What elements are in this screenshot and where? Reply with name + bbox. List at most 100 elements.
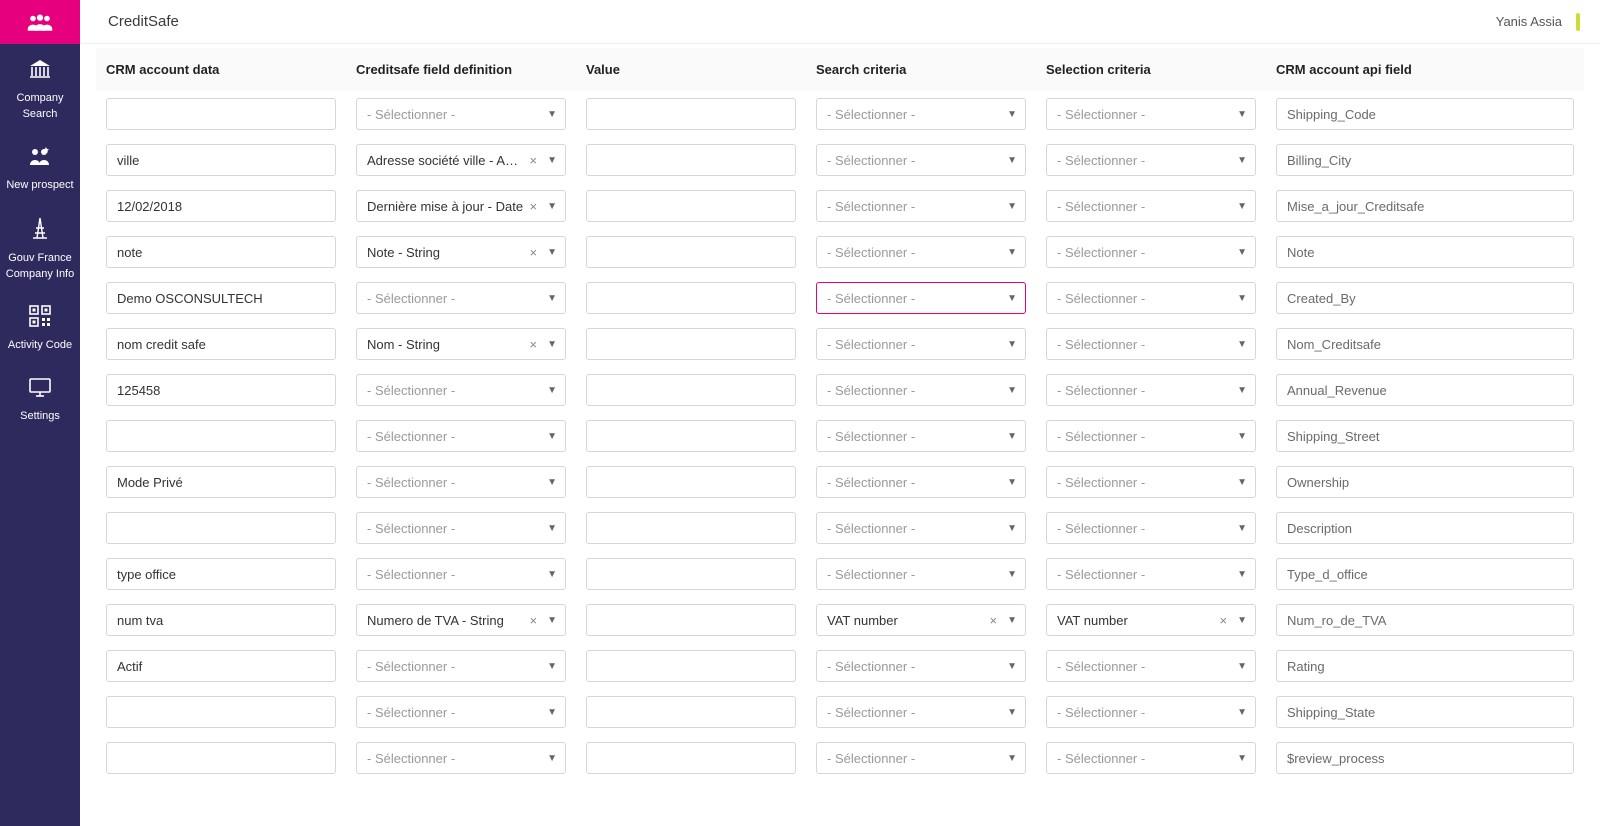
selection-criteria-select[interactable]: VAT number×▼ [1046, 604, 1256, 636]
value-input[interactable] [586, 742, 796, 774]
combo-label: - Sélectionner - [827, 337, 1003, 352]
crm-account-data-input[interactable] [106, 328, 336, 360]
creditsafe-field-definition-select[interactable]: - Sélectionner -▼ [356, 742, 566, 774]
search-criteria-select[interactable]: - Sélectionner -▼ [816, 650, 1026, 682]
crm-account-data-input[interactable] [106, 144, 336, 176]
value-input[interactable] [586, 696, 796, 728]
chevron-down-icon: ▼ [1237, 477, 1247, 488]
search-criteria-select[interactable]: - Sélectionner -▼ [816, 374, 1026, 406]
value-input[interactable] [586, 604, 796, 636]
crm-account-data-input[interactable] [106, 512, 336, 544]
creditsafe-field-definition-select[interactable]: - Sélectionner -▼ [356, 282, 566, 314]
chevron-down-icon: ▼ [1007, 753, 1017, 764]
selection-criteria-select[interactable]: - Sélectionner -▼ [1046, 144, 1256, 176]
selection-criteria-select[interactable]: - Sélectionner -▼ [1046, 696, 1256, 728]
search-criteria-select[interactable]: - Sélectionner -▼ [816, 558, 1026, 590]
value-input[interactable] [586, 650, 796, 682]
crm-account-data-input[interactable] [106, 696, 336, 728]
search-criteria-select[interactable]: - Sélectionner -▼ [816, 466, 1026, 498]
clear-icon[interactable]: × [524, 338, 544, 351]
user-name[interactable]: Yanis Assia [1496, 14, 1562, 29]
value-input[interactable] [586, 374, 796, 406]
creditsafe-field-definition-select[interactable]: - Sélectionner -▼ [356, 98, 566, 130]
clear-icon[interactable]: × [524, 200, 544, 213]
people-icon [26, 12, 54, 32]
selection-criteria-select[interactable]: - Sélectionner -▼ [1046, 98, 1256, 130]
selection-criteria-select[interactable]: - Sélectionner -▼ [1046, 650, 1256, 682]
creditsafe-field-definition-select[interactable]: Dernière mise à jour - Date×▼ [356, 190, 566, 222]
creditsafe-field-definition-select[interactable]: - Sélectionner -▼ [356, 558, 566, 590]
clear-icon[interactable]: × [524, 246, 544, 259]
value-input[interactable] [586, 512, 796, 544]
crm-account-data-input[interactable] [106, 604, 336, 636]
creditsafe-field-definition-select[interactable]: - Sélectionner -▼ [356, 512, 566, 544]
value-input[interactable] [586, 190, 796, 222]
chevron-down-icon: ▼ [547, 523, 557, 534]
creditsafe-field-definition-select[interactable]: - Sélectionner -▼ [356, 374, 566, 406]
crm-account-data-input[interactable] [106, 190, 336, 222]
search-criteria-select[interactable]: - Sélectionner -▼ [816, 696, 1026, 728]
selection-criteria-select[interactable]: - Sélectionner -▼ [1046, 742, 1256, 774]
clear-icon[interactable]: × [1214, 614, 1234, 627]
sidebar-item-settings[interactable]: Settings [0, 362, 80, 433]
crm-account-data-input[interactable] [106, 282, 336, 314]
creditsafe-field-definition-select[interactable]: - Sélectionner -▼ [356, 650, 566, 682]
creditsafe-field-definition-select[interactable]: - Sélectionner -▼ [356, 696, 566, 728]
crm-account-data-input[interactable] [106, 420, 336, 452]
creditsafe-field-definition-select[interactable]: Nom - String×▼ [356, 328, 566, 360]
chevron-down-icon: ▼ [1007, 569, 1017, 580]
search-criteria-select[interactable]: - Sélectionner -▼ [816, 742, 1026, 774]
selection-criteria-select[interactable]: - Sélectionner -▼ [1046, 282, 1256, 314]
value-input[interactable] [586, 558, 796, 590]
search-criteria-select[interactable]: VAT number×▼ [816, 604, 1026, 636]
search-criteria-select[interactable]: - Sélectionner -▼ [816, 144, 1026, 176]
creditsafe-field-definition-select[interactable]: - Sélectionner -▼ [356, 466, 566, 498]
search-criteria-select[interactable]: - Sélectionner -▼ [816, 98, 1026, 130]
chevron-down-icon: ▼ [547, 385, 557, 396]
chevron-down-icon: ▼ [1237, 155, 1247, 166]
search-criteria-select[interactable]: - Sélectionner -▼ [816, 328, 1026, 360]
value-input[interactable] [586, 144, 796, 176]
crm-account-data-input[interactable] [106, 98, 336, 130]
search-criteria-select[interactable]: - Sélectionner -▼ [816, 236, 1026, 268]
table-row: Note - String×▼ - Sélectionner -▼ - Sélect… [96, 229, 1584, 275]
creditsafe-field-definition-select[interactable]: Numero de TVA - String×▼ [356, 604, 566, 636]
crm-account-data-input[interactable] [106, 374, 336, 406]
crm-account-data-input[interactable] [106, 650, 336, 682]
selection-criteria-select[interactable]: - Sélectionner -▼ [1046, 328, 1256, 360]
selection-criteria-select[interactable]: - Sélectionner -▼ [1046, 420, 1256, 452]
selection-criteria-select[interactable]: - Sélectionner -▼ [1046, 512, 1256, 544]
sidebar-item-new-prospect[interactable]: New prospect [0, 131, 80, 202]
value-input[interactable] [586, 282, 796, 314]
clear-icon[interactable]: × [524, 154, 544, 167]
sidebar-item-gouv-france[interactable]: Gouv France Company Info [0, 202, 80, 291]
crm-account-data-input[interactable] [106, 466, 336, 498]
value-input[interactable] [586, 466, 796, 498]
clear-icon[interactable]: × [984, 614, 1004, 627]
value-input[interactable] [586, 328, 796, 360]
search-criteria-select[interactable]: - Sélectionner -▼ [816, 420, 1026, 452]
creditsafe-field-definition-select[interactable]: - Sélectionner -▼ [356, 420, 566, 452]
search-criteria-select[interactable]: - Sélectionner -▼ [816, 512, 1026, 544]
value-input[interactable] [586, 420, 796, 452]
selection-criteria-select[interactable]: - Sélectionner -▼ [1046, 374, 1256, 406]
value-input[interactable] [586, 236, 796, 268]
crm-account-data-input[interactable] [106, 742, 336, 774]
search-criteria-select[interactable]: - Sélectionner -▼ [816, 190, 1026, 222]
sidebar-item-company-search[interactable]: Company Search [0, 44, 80, 131]
clear-icon[interactable]: × [524, 614, 544, 627]
crm-account-data-input[interactable] [106, 558, 336, 590]
crm-account-data-input[interactable] [106, 236, 336, 268]
value-input[interactable] [586, 98, 796, 130]
search-criteria-select[interactable]: - Sélectionner -▼ [816, 282, 1026, 314]
main: CreditSafe Yanis Assia CRM account data … [80, 0, 1600, 826]
selection-criteria-select[interactable]: - Sélectionner -▼ [1046, 558, 1256, 590]
creditsafe-field-definition-select[interactable]: Note - String×▼ [356, 236, 566, 268]
selection-criteria-select[interactable]: - Sélectionner -▼ [1046, 466, 1256, 498]
selection-criteria-select[interactable]: - Sélectionner -▼ [1046, 236, 1256, 268]
creditsafe-field-definition-select[interactable]: Adresse société ville - Adr...×▼ [356, 144, 566, 176]
chevron-down-icon: ▼ [1007, 109, 1017, 120]
sidebar-item-activity-code[interactable]: Activity Code [0, 291, 80, 362]
table-row: - Sélectionner -▼ - Sélectionner -▼ - Séle… [96, 551, 1584, 597]
selection-criteria-select[interactable]: - Sélectionner -▼ [1046, 190, 1256, 222]
